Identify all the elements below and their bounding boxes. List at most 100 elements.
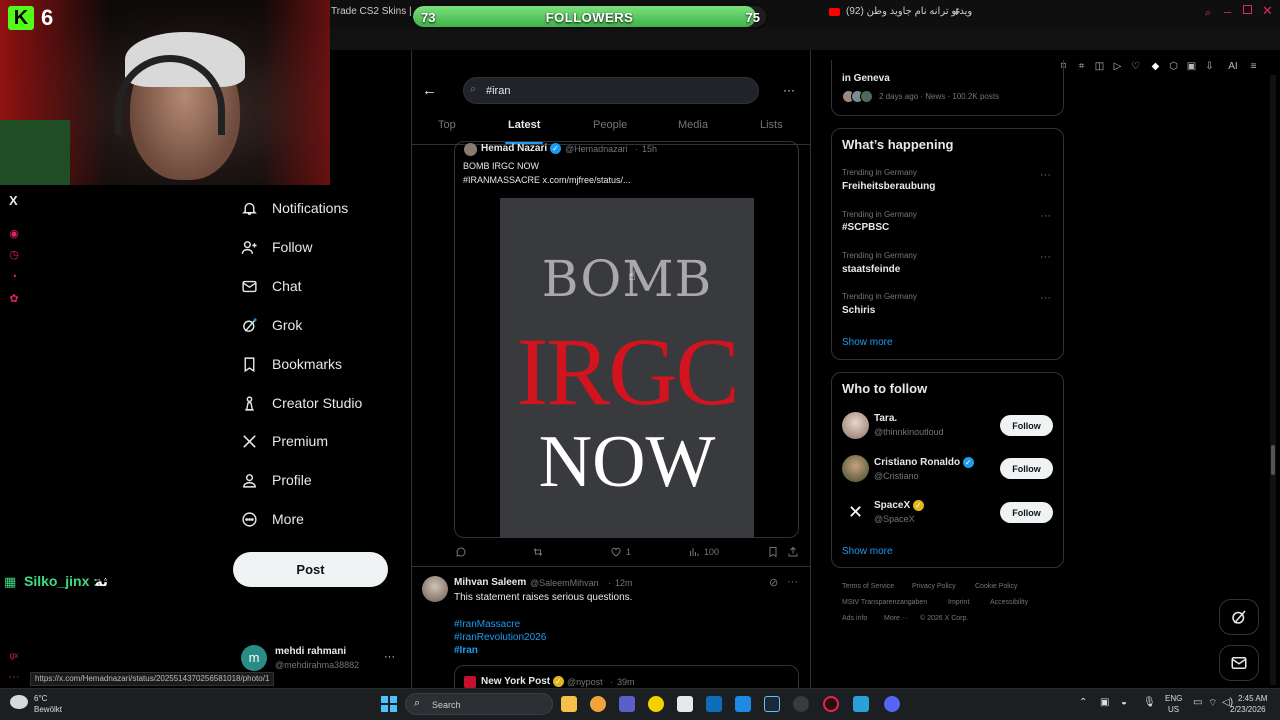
monitor-icon[interactable]: ▭: [1193, 697, 1202, 708]
who-name[interactable]: Cristiano Ronaldo ✓: [874, 457, 974, 468]
gear-icon[interactable]: ✿: [8, 293, 20, 305]
app-icon[interactable]: [853, 696, 869, 712]
news-title[interactable]: in Geneva: [842, 73, 890, 84]
tweet-author[interactable]: Mihvan Saleem: [454, 577, 526, 588]
file-explorer-icon[interactable]: [561, 696, 577, 712]
follow-button[interactable]: Follow: [1000, 502, 1053, 523]
nav-chat[interactable]: Chat: [240, 273, 302, 299]
more-dots-icon[interactable]: ···: [8, 671, 20, 683]
new-tab-button[interactable]: +: [953, 4, 961, 19]
trend-item[interactable]: Freiheitsberaubung: [842, 181, 935, 192]
teams-icon[interactable]: [619, 696, 635, 712]
tweet-time[interactable]: 12m: [615, 578, 633, 588]
views-button[interactable]: 100: [688, 546, 719, 558]
hashtag-link[interactable]: #IranMassacre: [454, 619, 520, 630]
tab-people[interactable]: People: [593, 119, 627, 131]
who-name[interactable]: SpaceX ✓: [874, 500, 924, 511]
scrollbar-track[interactable]: [1270, 75, 1276, 685]
clock-time[interactable]: 2:45 AM: [1238, 694, 1267, 703]
close-icon[interactable]: ✕: [1262, 3, 1273, 19]
search-input[interactable]: [463, 77, 759, 104]
tweet-author[interactable]: Hemad Nazari ✓: [481, 143, 561, 154]
nav-creator-studio[interactable]: Creator Studio: [240, 390, 362, 416]
opera-gx-icon[interactable]: [823, 696, 839, 712]
play-icon[interactable]: ▷: [1112, 61, 1123, 72]
mail-icon[interactable]: [706, 696, 722, 712]
chevron-up-icon[interactable]: ⌃: [1079, 697, 1087, 708]
store-icon[interactable]: [677, 696, 693, 712]
search-icon[interactable]: ⌕: [1205, 7, 1211, 20]
footer-link[interactable]: Privacy Policy: [912, 583, 956, 590]
app-icon[interactable]: [590, 696, 606, 712]
nav-bookmarks[interactable]: Bookmarks: [240, 351, 342, 377]
trend-item[interactable]: staatsfeinde: [842, 264, 900, 275]
share-button[interactable]: [787, 546, 799, 558]
extensions-icon[interactable]: ⬡: [1168, 61, 1179, 72]
grok-icon[interactable]: ⊘: [769, 576, 778, 589]
trend-more-button[interactable]: ···: [1040, 292, 1051, 304]
show-more-link[interactable]: Show more: [842, 337, 893, 348]
follow-button[interactable]: Follow: [1000, 415, 1053, 436]
quoted-author[interactable]: New York Post ✓: [481, 676, 564, 687]
gx-icon[interactable]: gx: [8, 650, 20, 662]
tweet-text-line2[interactable]: #IRANMASSACRE x.com/mjfree/status/...: [463, 175, 631, 185]
nav-grok[interactable]: Grok: [240, 312, 302, 338]
shield-icon[interactable]: ◫: [1094, 61, 1105, 72]
trend-more-button[interactable]: ···: [1040, 169, 1051, 181]
ai-button[interactable]: AI: [1224, 61, 1242, 72]
spacex-logo-icon[interactable]: ✕: [842, 499, 869, 526]
trend-item[interactable]: Schiris: [842, 305, 875, 316]
footer-link[interactable]: Ads info: [842, 615, 867, 622]
lang-code[interactable]: ENG: [1165, 694, 1182, 703]
minimize-icon[interactable]: –: [1224, 4, 1231, 19]
tab-top[interactable]: Top: [438, 119, 456, 131]
repost-button[interactable]: [532, 546, 544, 558]
follow-button[interactable]: Follow: [1000, 458, 1053, 479]
heart-icon[interactable]: ♡: [1130, 61, 1141, 72]
clock-icon[interactable]: ◷: [8, 249, 20, 261]
settings-icon[interactable]: [793, 696, 809, 712]
footer-link[interactable]: MStV Transparenzangaben: [842, 599, 927, 606]
microphone-icon[interactable]: 🎙︎: [1143, 697, 1156, 708]
network-icon[interactable]: ⌔: [1208, 697, 1217, 710]
chat-bubble-icon[interactable]: ◔: [8, 271, 20, 283]
tab-media[interactable]: Media: [678, 119, 708, 131]
tab-latest[interactable]: Latest: [508, 119, 540, 131]
account-avatar[interactable]: m: [241, 645, 267, 671]
post-button[interactable]: Post: [233, 552, 388, 587]
scrollbar-thumb[interactable]: [1271, 445, 1275, 475]
steam-icon[interactable]: [764, 696, 780, 712]
nav-premium[interactable]: Premium: [240, 428, 328, 454]
trend-more-button[interactable]: ···: [1040, 210, 1051, 222]
tray-icon[interactable]: ▣: [1100, 697, 1109, 708]
x-logo[interactable]: X: [9, 193, 18, 208]
account-more-button[interactable]: ···: [384, 651, 395, 663]
crop-icon[interactable]: ⌗: [1076, 61, 1087, 72]
nav-follow[interactable]: Follow: [240, 234, 312, 260]
hashtag-link[interactable]: #Iran: [454, 645, 478, 656]
trend-more-button[interactable]: ···: [1040, 251, 1051, 263]
nav-notifications[interactable]: Notifications: [240, 195, 348, 221]
search-more-button[interactable]: ···: [783, 83, 795, 97]
avatar[interactable]: [842, 412, 869, 439]
back-arrow-icon[interactable]: ←: [422, 82, 437, 99]
news-card[interactable]: [831, 60, 1064, 116]
trend-item[interactable]: #SCPBSC: [842, 222, 889, 233]
app-icon[interactable]: [648, 696, 664, 712]
cube-icon[interactable]: ▣: [1186, 61, 1197, 72]
who-name[interactable]: Tara.: [874, 413, 897, 424]
reply-button[interactable]: [455, 546, 467, 558]
avatar[interactable]: [422, 576, 448, 602]
maximize-icon[interactable]: [1243, 5, 1252, 14]
tray-icon[interactable]: ◒: [1121, 697, 1127, 708]
hashtag-link[interactable]: #IranRevolution2026: [454, 632, 546, 643]
bookmark-button[interactable]: [767, 546, 779, 558]
tweet-time[interactable]: 15h: [642, 144, 657, 154]
tweet-image[interactable]: BOMB IRGC NOW: [500, 198, 754, 538]
menu-icon[interactable]: ≡: [1248, 61, 1259, 72]
footer-link[interactable]: Accessibility: [990, 599, 1028, 606]
nav-profile[interactable]: Profile: [240, 467, 312, 493]
download-icon[interactable]: ⇩: [1204, 61, 1215, 72]
taskbar-search-box[interactable]: Search: [405, 693, 553, 715]
diamond-icon[interactable]: ◆: [1150, 61, 1161, 72]
